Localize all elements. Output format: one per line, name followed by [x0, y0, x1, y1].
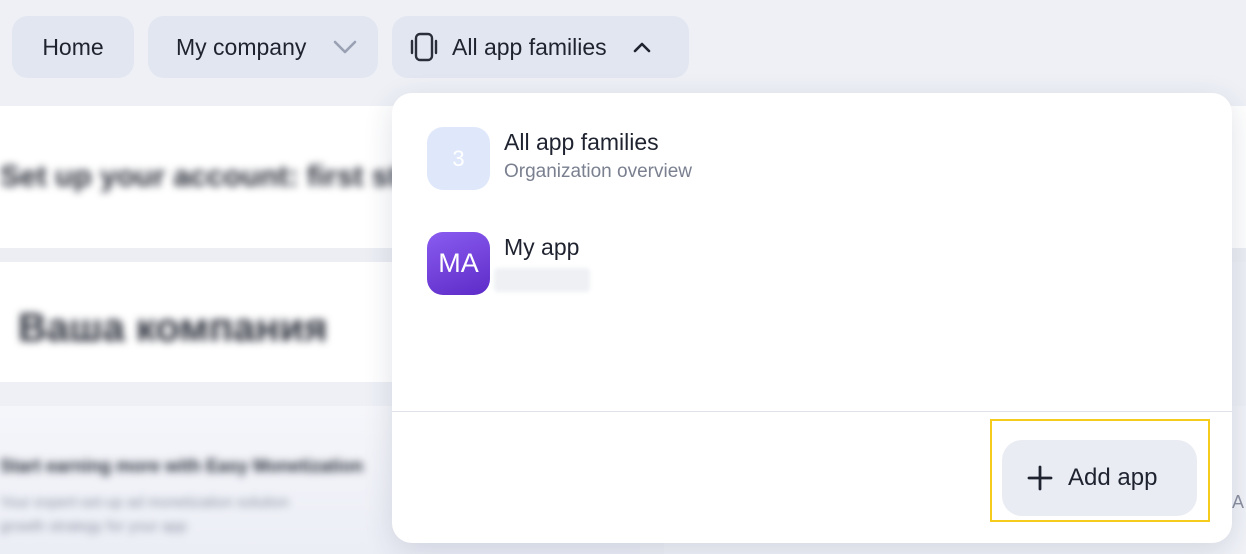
app-families-selector[interactable]: All app families — [392, 16, 689, 78]
blurred-promo-line: growth strategy for your app — [0, 518, 187, 535]
blurred-promo-title: Start earning more with Easy Monetizatio… — [0, 456, 364, 476]
item-subtitle: Organization overview — [504, 161, 692, 182]
families-label: All app families — [452, 33, 607, 60]
list-item-my-app[interactable]: MA My app — [427, 232, 590, 295]
app-avatar: MA — [427, 232, 490, 295]
count-badge: 3 — [427, 127, 490, 190]
item-title: My app — [504, 234, 580, 260]
list-item-all-app-families[interactable]: 3 All app families Organization overview — [427, 127, 692, 190]
company-selector[interactable]: My company — [148, 16, 378, 78]
chevron-up-icon — [631, 36, 653, 64]
blurred-heading: Set up your account: first steps — [0, 160, 451, 193]
blurred-promo-line: Your expert-set-up ad monetization solut… — [0, 494, 289, 511]
edge-text: A — [1232, 492, 1245, 512]
item-title: All app families — [504, 129, 659, 155]
plus-icon — [1026, 464, 1054, 492]
item-subtitle-redacted — [494, 268, 590, 292]
divider — [392, 411, 1232, 412]
phone-icon — [408, 31, 440, 63]
add-app-label: Add app — [1068, 464, 1158, 491]
app-families-dropdown: 3 All app families Organization overview… — [392, 93, 1232, 543]
company-label: My company — [176, 33, 307, 60]
home-label: Home — [42, 33, 104, 60]
home-button[interactable]: Home — [12, 16, 134, 78]
chevron-down-icon — [332, 36, 358, 64]
add-app-button[interactable]: Add app — [1002, 440, 1197, 516]
blurred-company-heading: Ваша компания — [18, 306, 328, 350]
top-navigation: Home My company All app families — [0, 0, 1246, 106]
